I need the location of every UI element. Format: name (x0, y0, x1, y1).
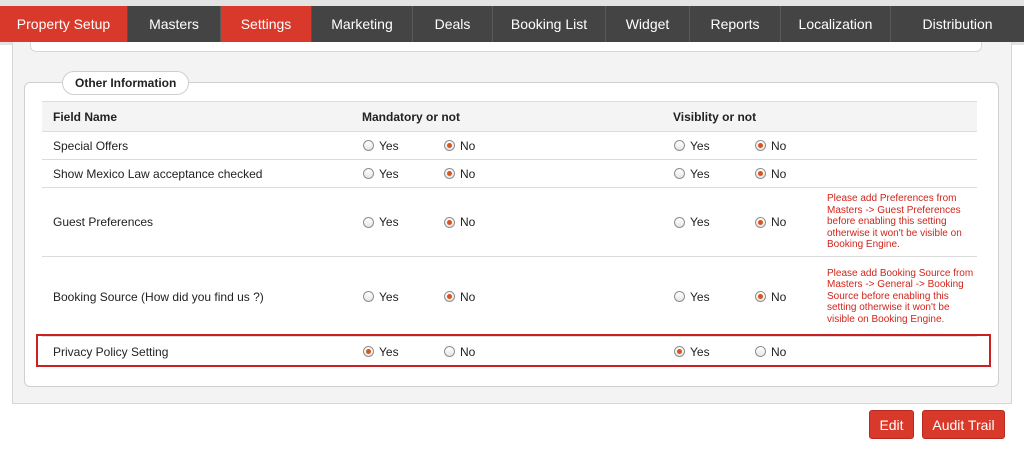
header-visibility: Visiblity or not (673, 109, 757, 124)
field-name: Guest Preferences (53, 215, 154, 229)
radio-label: No (460, 289, 476, 304)
field-name: Special Offers (53, 138, 129, 153)
radio-circle-icon[interactable] (755, 140, 766, 151)
radio-label: No (771, 138, 787, 153)
radio-label: No (771, 166, 787, 181)
radio-circle-icon[interactable] (444, 168, 455, 179)
field-name: Show Mexico Law acceptance checked (53, 166, 263, 181)
radio-label: No (460, 215, 476, 229)
tab-reports[interactable]: Reports (690, 6, 781, 42)
radio-label: Yes (690, 166, 710, 181)
table-row: Show Mexico Law acceptance checked Yes No Y… (42, 160, 977, 188)
tab-deals[interactable]: Deals (413, 6, 493, 42)
tab-localization[interactable]: Localization (781, 6, 891, 42)
radio-circle-icon[interactable] (674, 291, 685, 302)
audit-trail-button[interactable]: Audit Trail (922, 410, 1005, 439)
mandatory-no-radio-cell: No (444, 257, 475, 336)
tab-distribution[interactable]: Distribution (891, 6, 1024, 42)
radio-circle-icon[interactable] (755, 216, 766, 228)
tab-masters[interactable]: Masters (128, 6, 221, 42)
visibility-no-radio-cell: No (755, 257, 786, 336)
mandatory-no-radio-cell: No (444, 188, 475, 256)
visibility-no-radio[interactable]: No (755, 290, 786, 304)
radio-circle-icon[interactable] (444, 216, 455, 228)
visibility-no-radio-cell: No (755, 160, 786, 187)
radio-circle-icon[interactable] (755, 291, 766, 302)
tab-booking-list[interactable]: Booking List (493, 6, 606, 42)
edit-button[interactable]: Edit (869, 410, 914, 439)
visibility-yes-radio[interactable]: Yes (674, 290, 710, 304)
visibility-yes-radio[interactable]: Yes (674, 215, 710, 229)
nav-tabs: Property Setup Masters Settings Marketin… (0, 6, 1024, 42)
radio-circle-icon[interactable] (755, 168, 766, 179)
privacy-policy-highlight (36, 334, 991, 367)
radio-label: Yes (379, 289, 399, 304)
previous-section-bottom (30, 42, 982, 52)
mandatory-yes-radio[interactable]: Yes (363, 290, 399, 304)
header-mandatory: Mandatory or not (362, 109, 460, 124)
radio-label: Yes (690, 215, 710, 229)
mandatory-yes-radio-cell: Yes (363, 132, 399, 159)
radio-circle-icon[interactable] (363, 216, 374, 228)
section-title: Other Information (62, 71, 190, 95)
visibility-yes-radio-cell: Yes (674, 160, 710, 187)
mandatory-yes-radio[interactable]: Yes (363, 167, 399, 181)
mandatory-no-radio[interactable]: No (444, 290, 475, 304)
radio-label: Yes (690, 289, 710, 304)
field-name: Booking Source (How did you find us ?) (53, 289, 264, 304)
radio-label: Yes (379, 215, 399, 229)
mandatory-no-radio-cell: No (444, 132, 475, 159)
mandatory-yes-radio[interactable]: Yes (363, 215, 399, 229)
visibility-yes-radio[interactable]: Yes (674, 139, 710, 153)
radio-label: No (771, 215, 787, 229)
radio-label: Yes (379, 166, 399, 181)
table-row: Special Offers Yes No Yes No (42, 132, 977, 160)
radio-circle-icon[interactable] (444, 140, 455, 151)
radio-circle-icon[interactable] (674, 168, 685, 179)
mandatory-yes-radio-cell: Yes (363, 188, 399, 256)
mandatory-no-radio[interactable]: No (444, 139, 475, 153)
radio-circle-icon[interactable] (444, 291, 455, 302)
tab-marketing[interactable]: Marketing (312, 6, 413, 42)
mandatory-yes-radio-cell: Yes (363, 257, 399, 336)
radio-label: Yes (379, 138, 399, 153)
mandatory-no-radio-cell: No (444, 160, 475, 187)
visibility-no-radio[interactable]: No (755, 167, 786, 181)
setting-note: Please add Preferences from Masters -> G… (827, 193, 962, 251)
table-row: Guest Preferences Yes No Yes No Please add Pr… (42, 188, 977, 257)
tab-widget[interactable]: Widget (606, 6, 690, 42)
radio-label: Yes (690, 138, 710, 153)
mandatory-no-radio[interactable]: No (444, 167, 475, 181)
tab-settings[interactable]: Settings (221, 6, 312, 42)
tab-property-setup[interactable]: Property Setup (0, 6, 128, 42)
visibility-yes-radio-cell: Yes (674, 132, 710, 159)
visibility-no-radio-cell: No (755, 132, 786, 159)
visibility-yes-radio-cell: Yes (674, 257, 710, 336)
table-header-row: Field Name Mandatory or not Visiblity or… (42, 101, 977, 132)
top-navbar: Property Setup Masters Settings Marketin… (0, 0, 1024, 45)
mandatory-yes-radio-cell: Yes (363, 160, 399, 187)
radio-circle-icon[interactable] (674, 140, 685, 151)
header-field-name: Field Name (53, 109, 118, 124)
radio-circle-icon[interactable] (363, 168, 374, 179)
visibility-no-radio[interactable]: No (755, 139, 786, 153)
radio-circle-icon[interactable] (363, 140, 374, 151)
visibility-yes-radio-cell: Yes (674, 188, 710, 256)
mandatory-no-radio[interactable]: No (444, 215, 475, 229)
visibility-no-radio-cell: No (755, 188, 786, 256)
radio-label: No (460, 166, 476, 181)
radio-label: No (771, 289, 787, 304)
visibility-yes-radio[interactable]: Yes (674, 167, 710, 181)
radio-circle-icon[interactable] (363, 291, 374, 302)
mandatory-yes-radio[interactable]: Yes (363, 139, 399, 153)
table-row: Booking Source (How did you find us ?) Ye… (42, 257, 977, 337)
setting-note: Please add Booking Source from Masters -… (827, 267, 974, 325)
radio-circle-icon[interactable] (674, 216, 685, 228)
visibility-no-radio[interactable]: No (755, 215, 786, 229)
radio-label: No (460, 138, 476, 153)
